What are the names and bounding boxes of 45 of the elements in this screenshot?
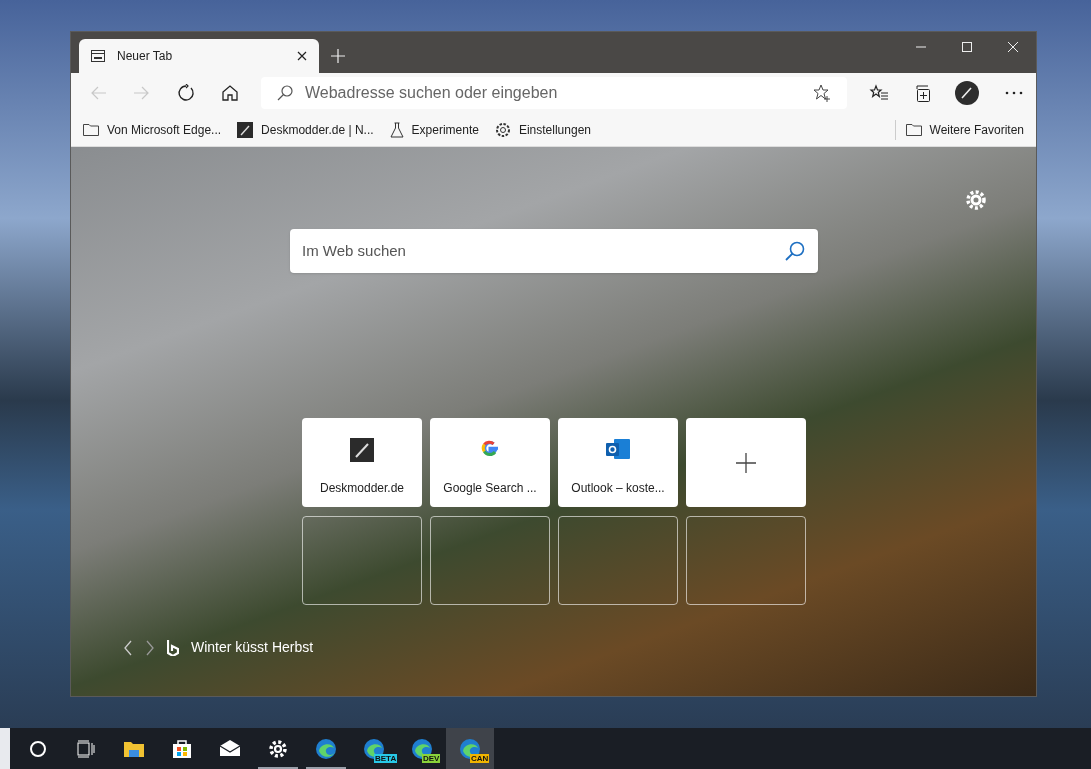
refresh-icon[interactable] [177, 84, 195, 102]
profile-avatar-icon[interactable] [955, 81, 979, 105]
feather-icon [237, 121, 254, 138]
search-icon [784, 240, 806, 262]
flask-icon [389, 121, 404, 138]
taskbar-button[interactable]: BETA [350, 728, 398, 769]
channel-badge: CAN [470, 754, 490, 763]
feather-icon [350, 438, 374, 462]
favorite-link[interactable]: Einstellungen [494, 117, 591, 142]
favorite-link[interactable]: Deskmodder.de | N... [237, 117, 374, 142]
add-favorite-icon[interactable] [813, 84, 831, 102]
plus-icon [736, 452, 756, 473]
next-icon[interactable] [145, 639, 155, 656]
close-icon[interactable] [297, 51, 307, 61]
collections-icon[interactable] [913, 83, 933, 103]
folder-icon [905, 123, 922, 136]
more-icon[interactable] [1005, 91, 1023, 95]
taskbar-button[interactable]: CAN [446, 728, 494, 769]
previous-icon[interactable] [123, 639, 133, 656]
favorite-link[interactable]: Von Microsoft Edge... [83, 117, 222, 142]
bing-logo-icon [167, 639, 179, 656]
folder-icon [83, 123, 99, 136]
favorite-link[interactable]: Experimente [389, 117, 479, 142]
new-tab-icon[interactable] [331, 49, 345, 63]
settings-icon [494, 121, 511, 138]
search-field[interactable]: Im Web suchen [290, 229, 818, 273]
search-icon [277, 85, 293, 101]
settings-icon[interactable] [965, 189, 987, 211]
quick-link-tile[interactable]: Outlook – koste... [558, 418, 678, 507]
browser-icon [314, 736, 338, 761]
favorites-icon[interactable] [869, 84, 889, 102]
quick-link-tile[interactable]: Deskmodder.de [302, 418, 422, 507]
page-icon [91, 50, 105, 62]
address-bar[interactable]: Webadresse suchen oder eingeben [261, 77, 847, 109]
home-icon[interactable] [221, 84, 239, 102]
mail-app-icon [606, 438, 630, 460]
browser-tab[interactable]: Neuer Tab [79, 39, 319, 73]
quick-link-tile[interactable]: Google Search ... [430, 418, 550, 507]
channel-badge: BETA [374, 754, 398, 763]
more-favorites-link[interactable]: Weitere Favoriten [905, 120, 1024, 139]
start-edge [0, 728, 10, 769]
google-g-icon [480, 438, 500, 458]
image-caption[interactable]: Winter küsst Herbst [191, 637, 314, 658]
taskbar-button[interactable]: DEV [398, 728, 446, 769]
channel-badge: DEV [422, 754, 441, 763]
